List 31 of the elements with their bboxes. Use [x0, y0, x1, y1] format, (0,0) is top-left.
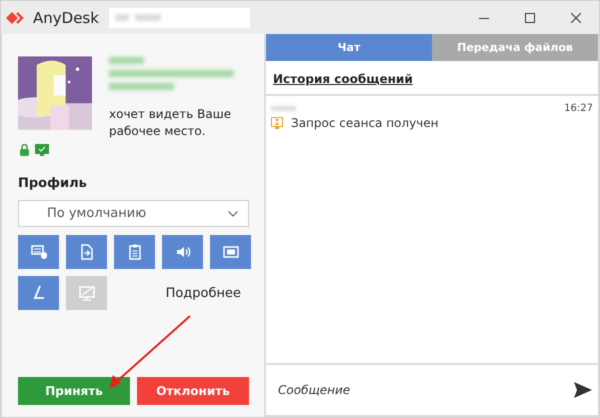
- request-message: хочет видеть Ваше рабочее место.: [109, 106, 232, 140]
- message-time: 16:27: [564, 103, 593, 114]
- hourglass-icon: [271, 117, 283, 129]
- chevron-down-icon: [228, 210, 238, 216]
- redacted-text: [109, 83, 174, 90]
- message-input[interactable]: Сообщение: [276, 382, 574, 398]
- profile-label: Профиль: [18, 176, 88, 191]
- permission-button[interactable]: [18, 235, 59, 269]
- send-icon[interactable]: [574, 382, 592, 398]
- tab[interactable]: Чат: [266, 34, 432, 61]
- chat-history-heading[interactable]: История сообщений: [266, 61, 598, 90]
- monitor-check-icon: [35, 144, 49, 156]
- permission-button[interactable]: [210, 235, 251, 269]
- permission-button[interactable]: [66, 235, 107, 269]
- redacted-text: [109, 57, 144, 64]
- permission-button[interactable]: [162, 235, 203, 269]
- profile-dropdown[interactable]: По умолчанию: [18, 200, 249, 227]
- close-icon: [571, 12, 581, 22]
- app-logo-icon: [6, 10, 26, 24]
- address-field[interactable]: [108, 8, 250, 28]
- permission-button[interactable]: [18, 276, 59, 310]
- lock-icon: [20, 144, 29, 156]
- redacted-text: [271, 106, 296, 111]
- accept-button[interactable]: Принять: [18, 377, 130, 405]
- chat-message: Запрос сеанса получен: [291, 116, 438, 130]
- maximize-icon: [525, 12, 535, 22]
- decline-button[interactable]: Отклонить: [137, 377, 249, 405]
- more-link[interactable]: Подробнее: [166, 286, 241, 300]
- tab[interactable]: Передача файлов: [432, 34, 598, 61]
- permission-button[interactable]: [114, 235, 155, 269]
- window-title: AnyDesk: [33, 8, 99, 26]
